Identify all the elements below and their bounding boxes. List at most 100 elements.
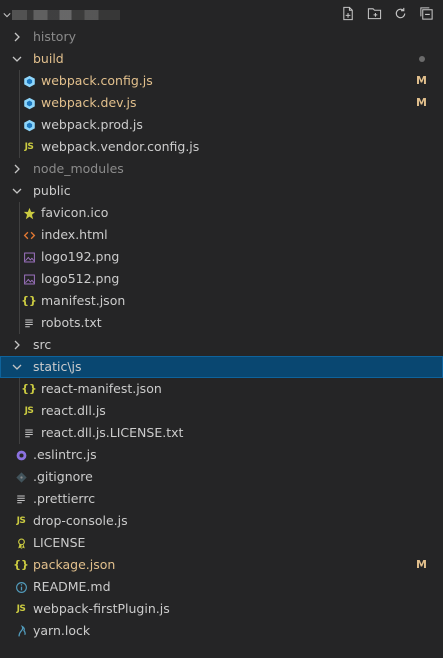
item-label: webpack.prod.js [41, 117, 143, 132]
item-label: node_modules [33, 161, 124, 176]
text-file-icon [13, 488, 29, 510]
yarn-icon [13, 620, 29, 642]
info-icon [13, 576, 29, 598]
javascript-icon: JS [24, 142, 34, 152]
item-label: static\js [33, 359, 82, 374]
chevron-down-icon[interactable] [10, 48, 24, 70]
indent-guide [19, 246, 20, 268]
chevron-down-icon[interactable] [10, 356, 24, 378]
item-label: webpack.dev.js [41, 95, 137, 110]
chevron-right-icon[interactable] [10, 26, 24, 48]
indent-guide [19, 312, 20, 334]
modified-dot-indicator [419, 56, 425, 62]
indent-guide [19, 268, 20, 290]
json-icon: {} [21, 294, 37, 307]
favicon-star-icon [21, 202, 37, 224]
eslint-icon [13, 444, 29, 466]
item-label: react-manifest.json [41, 381, 162, 396]
json-icon: {} [21, 382, 37, 395]
item-label: package.json [33, 557, 116, 572]
file-row[interactable]: README.md [0, 576, 443, 598]
item-label: build [33, 51, 64, 66]
git-icon [13, 466, 29, 488]
indent-guide [19, 202, 20, 224]
indent-guide [19, 114, 20, 136]
item-label: .eslintrc.js [33, 447, 97, 462]
folder-row[interactable]: history [0, 26, 443, 48]
file-row[interactable]: JS webpack.vendor.config.js [0, 136, 443, 158]
file-row[interactable]: JS drop-console.js [0, 510, 443, 532]
collapse-all-icon[interactable] [417, 4, 435, 22]
webpack-icon [21, 92, 37, 114]
chevron-right-icon[interactable] [10, 158, 24, 180]
explorer-header [0, 0, 443, 26]
chevron-down-icon[interactable] [10, 180, 24, 202]
item-label: robots.txt [41, 315, 102, 330]
new-file-icon[interactable] [339, 4, 357, 22]
item-label: src [33, 337, 52, 352]
image-icon [21, 268, 37, 290]
item-label: favicon.ico [41, 205, 109, 220]
file-row[interactable]: robots.txt [0, 312, 443, 334]
git-modified-badge: M [416, 74, 427, 87]
item-label: LICENSE [33, 535, 86, 550]
item-label: public [33, 183, 71, 198]
file-row[interactable]: favicon.ico [0, 202, 443, 224]
file-row[interactable]: .eslintrc.js [0, 444, 443, 466]
file-row[interactable]: index.html [0, 224, 443, 246]
item-label: index.html [41, 227, 108, 242]
file-row[interactable]: JS react.dll.js [0, 400, 443, 422]
text-file-icon [21, 312, 37, 334]
file-row[interactable]: LICENSE [0, 532, 443, 554]
file-row[interactable]: {} package.json M [0, 554, 443, 576]
chevron-down-icon[interactable] [3, 7, 11, 18]
item-label: logo512.png [41, 271, 120, 286]
file-row[interactable]: JS webpack-firstPlugin.js [0, 598, 443, 620]
javascript-icon: JS [24, 406, 34, 416]
file-row[interactable]: webpack.config.js M [0, 70, 443, 92]
item-label: README.md [33, 579, 111, 594]
project-name-blurred[interactable] [12, 10, 120, 20]
chevron-right-icon[interactable] [10, 334, 24, 356]
refresh-icon[interactable] [391, 4, 409, 22]
javascript-icon: JS [16, 604, 26, 614]
javascript-icon: JS [16, 516, 26, 526]
indent-guide [19, 378, 20, 400]
item-label: .prettierrc [33, 491, 96, 506]
item-label: history [33, 29, 76, 44]
license-icon [13, 532, 29, 554]
file-row[interactable]: webpack.dev.js M [0, 92, 443, 114]
text-file-icon [21, 422, 37, 444]
folder-row[interactable]: src [0, 334, 443, 356]
item-label: manifest.json [41, 293, 126, 308]
image-icon [21, 246, 37, 268]
webpack-icon [21, 70, 37, 92]
webpack-icon [21, 114, 37, 136]
folder-row[interactable]: node_modules [0, 158, 443, 180]
file-row[interactable]: webpack.prod.js [0, 114, 443, 136]
indent-guide [19, 422, 20, 444]
file-row[interactable]: logo192.png [0, 246, 443, 268]
file-row[interactable]: react.dll.js.LICENSE.txt [0, 422, 443, 444]
item-label: webpack.vendor.config.js [41, 139, 200, 154]
new-folder-icon[interactable] [365, 4, 383, 22]
git-modified-badge: M [416, 558, 427, 571]
item-label: webpack-firstPlugin.js [33, 601, 170, 616]
indent-guide [19, 136, 20, 158]
folder-row[interactable]: build [0, 48, 443, 70]
file-row[interactable]: {} manifest.json [0, 290, 443, 312]
folder-row[interactable]: public [0, 180, 443, 202]
indent-guide [19, 92, 20, 114]
item-label: .gitignore [33, 469, 93, 484]
file-row[interactable]: .gitignore [0, 466, 443, 488]
item-label: react.dll.js.LICENSE.txt [41, 425, 184, 440]
html-icon [21, 224, 37, 246]
indent-guide [19, 290, 20, 312]
file-row[interactable]: .prettierrc [0, 488, 443, 510]
file-row[interactable]: yarn.lock [0, 620, 443, 642]
file-row[interactable]: {} react-manifest.json [0, 378, 443, 400]
json-icon: {} [13, 558, 29, 571]
indent-guide [19, 224, 20, 246]
file-row[interactable]: logo512.png [0, 268, 443, 290]
folder-row[interactable]: static\js [0, 356, 443, 378]
